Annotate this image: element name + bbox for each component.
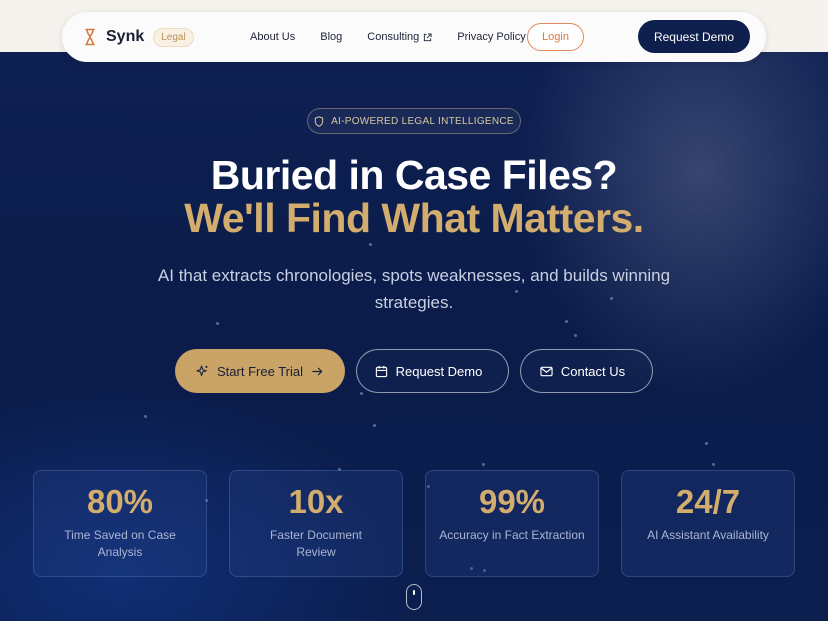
nav-link-consulting[interactable]: Consulting — [367, 31, 432, 43]
stat-card: 80% Time Saved on Case Analysis — [33, 470, 207, 577]
contact-us-label: Contact Us — [560, 363, 626, 379]
arrow-right-icon — [312, 367, 323, 375]
nav-link-privacy-policy[interactable]: Privacy Policy — [457, 31, 525, 43]
stat-value: 24/7 — [675, 483, 741, 520]
particle — [482, 463, 485, 466]
particle — [216, 322, 219, 325]
particle — [705, 442, 708, 445]
request-demo-button[interactable]: Request Demo — [356, 349, 509, 393]
request-demo-label: Request Demo — [395, 363, 483, 379]
particle — [369, 243, 372, 246]
hero-headline-line2: We'll Find What Matters. — [184, 195, 644, 241]
stat-label: Time Saved on Case Analysis — [64, 528, 176, 559]
mail-icon — [540, 366, 553, 376]
nav-link-about-us[interactable]: About Us — [250, 31, 295, 43]
stat-value: 80% — [86, 483, 154, 520]
nav-request-demo-button[interactable]: Request Demo — [638, 20, 750, 53]
hero-tag-text: AI-POWERED LEGAL INTELLIGENCE — [331, 115, 514, 127]
brand-name: Synk — [106, 28, 145, 45]
stat-label: Accuracy in Fact Extraction — [439, 528, 585, 542]
sparkle-icon — [196, 364, 208, 376]
navbar: Synk Legal About Us Blog Consulting Priv… — [62, 12, 766, 62]
stat-value: 10x — [288, 483, 344, 520]
particle — [373, 424, 376, 427]
particle — [565, 320, 568, 323]
scroll-wheel — [412, 590, 415, 595]
stat-value: 99% — [478, 483, 546, 520]
stat-label: AI Assistant Availability — [647, 528, 769, 542]
particle — [574, 334, 577, 337]
stat-label: Faster Document Review — [269, 528, 363, 559]
calendar-icon — [375, 365, 387, 377]
particle — [712, 463, 715, 466]
brand-logo[interactable]: Synk Legal — [83, 27, 194, 47]
particle — [360, 392, 363, 395]
stat-card: 10x Faster Document Review — [229, 470, 403, 577]
contact-us-button[interactable]: Contact Us — [520, 349, 653, 393]
nav-links: About Us Blog Consulting Privacy Policy — [250, 12, 551, 62]
external-link-icon — [424, 32, 432, 41]
brand-badge: Legal — [153, 27, 194, 47]
nav-link-consulting-label: Consulting — [367, 31, 420, 43]
stat-card: 99% Accuracy in Fact Extraction — [425, 470, 599, 577]
stat-card: 24/7 AI Assistant Availability — [621, 470, 795, 577]
login-button[interactable]: Login — [527, 23, 584, 51]
shield-icon — [314, 115, 324, 127]
hero-subtitle: AI that extracts chronologies, spots wea… — [157, 266, 671, 312]
scroll-indicator-icon[interactable] — [406, 584, 422, 610]
particle — [144, 415, 147, 418]
hero-headline-line1: Buried in Case Files? — [210, 152, 618, 198]
start-free-trial-button[interactable]: Start Free Trial — [175, 349, 345, 393]
start-free-trial-label: Start Free Trial — [217, 363, 303, 379]
hero-section: AI-POWERED LEGAL INTELLIGENCE Buried in … — [0, 52, 828, 621]
nav-link-blog[interactable]: Blog — [320, 31, 342, 43]
hero-tag-badge: AI-POWERED LEGAL INTELLIGENCE — [307, 108, 521, 134]
hourglass-icon — [85, 28, 95, 46]
